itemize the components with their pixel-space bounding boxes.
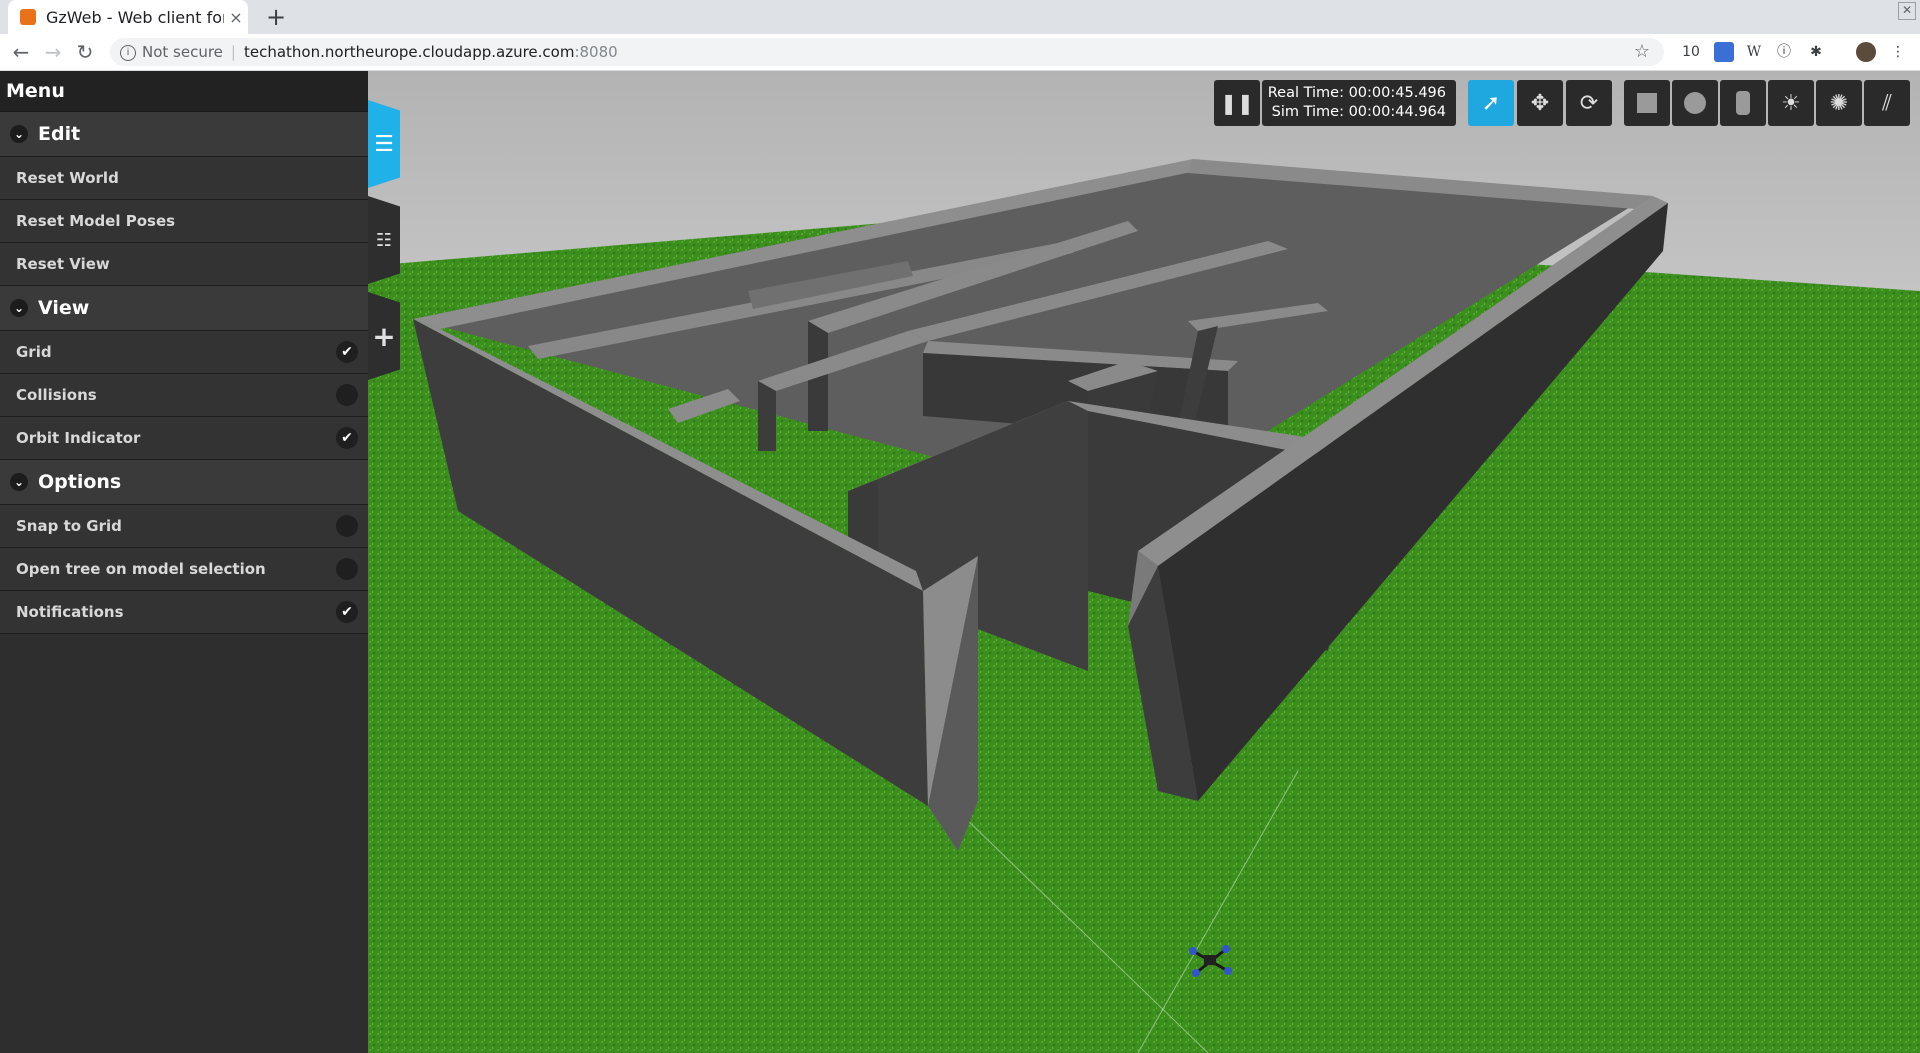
toggle-off-icon[interactable] [336, 515, 358, 537]
checkmark-icon[interactable]: ✔ [336, 341, 358, 363]
checkmark-icon[interactable]: ✔ [336, 427, 358, 449]
notifications-toggle-row[interactable]: Notifications ✔ [0, 591, 368, 634]
spot-light-icon: ✺ [1829, 90, 1849, 116]
select-mode-button[interactable]: ➚ [1468, 80, 1514, 126]
box-icon [1637, 93, 1657, 113]
point-light-icon: ☀ [1781, 90, 1801, 116]
item-label: Collisions [16, 386, 97, 404]
chevron-down-icon: ⌄ [10, 473, 28, 491]
insert-sphere-button[interactable] [1672, 80, 1718, 126]
insert-spot-light-button[interactable]: ✺ [1816, 80, 1862, 126]
section-edit-header[interactable]: ⌄ Edit [0, 112, 368, 157]
extension-w-icon[interactable]: W [1744, 42, 1764, 62]
extension-puzzle-icon[interactable]: ✱ [1806, 42, 1826, 62]
item-label: Grid [16, 343, 52, 361]
section-label: Options [38, 471, 122, 493]
item-label: Open tree on model selection [16, 560, 266, 578]
extension-info-icon[interactable]: ⓘ [1774, 42, 1794, 62]
section-label: Edit [38, 123, 81, 145]
back-icon[interactable]: ← [8, 39, 34, 65]
window-close-icon[interactable]: ✕ [1898, 2, 1916, 20]
profile-avatar[interactable] [1856, 42, 1876, 62]
cylinder-icon [1736, 91, 1750, 115]
snap-to-grid-toggle-row[interactable]: Snap to Grid [0, 505, 368, 548]
extension-counter[interactable]: 10 [1680, 42, 1702, 62]
pause-icon: ❚❚ [1220, 91, 1254, 115]
open-tree-toggle-row[interactable]: Open tree on model selection [0, 548, 368, 591]
item-label: Reset Model Poses [16, 212, 176, 230]
browser-menu-icon[interactable]: ⋮ [1888, 42, 1908, 62]
extension-translate-icon[interactable] [1714, 42, 1734, 62]
chevron-down-icon: ⌄ [10, 299, 28, 317]
item-label: Reset World [16, 169, 119, 187]
section-options-header[interactable]: ⌄ Options [0, 460, 368, 505]
url-port: :8080 [574, 43, 618, 61]
url-host: techathon.northeurope.cloudapp.azure.com [243, 43, 575, 61]
toggle-off-icon[interactable] [336, 384, 358, 406]
collisions-toggle-row[interactable]: Collisions [0, 374, 368, 417]
bookmark-star-icon[interactable]: ☆ [1634, 38, 1650, 66]
reload-icon[interactable]: ↻ [72, 39, 98, 65]
omnibox-separator: | [230, 43, 236, 61]
tab-title: GzWeb - Web client for [46, 7, 224, 27]
insert-point-light-button[interactable]: ☀ [1768, 80, 1814, 126]
sidebar-menu: Menu ⌄ Edit Reset World Reset Model Pose… [0, 71, 368, 1053]
reset-view-button[interactable]: Reset View [0, 243, 368, 286]
tree-view-icon[interactable]: ☷ [368, 196, 400, 284]
rotate-mode-button[interactable]: ⟳ [1566, 80, 1612, 126]
item-label: Reset View [16, 255, 110, 273]
browser-tab[interactable]: GzWeb - Web client for × [8, 0, 248, 34]
scene-canvas[interactable] [368, 71, 1920, 1053]
reset-world-button[interactable]: Reset World [0, 157, 368, 200]
reset-model-poses-button[interactable]: Reset Model Poses [0, 200, 368, 243]
info-icon[interactable]: i [120, 44, 136, 61]
item-label: Snap to Grid [16, 517, 122, 535]
select-mode-icon: ➚ [1481, 90, 1501, 116]
address-bar[interactable]: i Not secure | techathon.northeurope.clouda… [110, 38, 1664, 66]
rotate-mode-icon: ⟳ [1579, 90, 1599, 116]
time-display: Real Time: 00:00:45.496 Sim Time: 00:00:… [1262, 80, 1456, 126]
section-view-header[interactable]: ⌄ View [0, 286, 368, 331]
toggle-off-icon[interactable] [336, 558, 358, 580]
insert-cylinder-button[interactable] [1720, 80, 1766, 126]
grid-toggle-row[interactable]: Grid ✔ [0, 331, 368, 374]
menu-hamburger-icon[interactable]: ☰ [368, 100, 400, 188]
item-label: Notifications [16, 603, 124, 621]
maze-wall [758, 381, 776, 451]
new-tab-button[interactable]: + [262, 4, 290, 32]
item-label: Orbit Indicator [16, 429, 141, 447]
insert-box-button[interactable] [1624, 80, 1670, 126]
tab-close-icon[interactable]: × [224, 8, 248, 27]
sphere-icon [1684, 92, 1706, 114]
insert-directional-light-button[interactable]: ⫽ [1864, 80, 1910, 126]
section-label: View [38, 297, 90, 319]
orbit-indicator-toggle-row[interactable]: Orbit Indicator ✔ [0, 417, 368, 460]
side-tabs: ☰ ☷ + [368, 100, 400, 390]
pause-button[interactable]: ❚❚ [1214, 80, 1260, 126]
insert-plus-icon[interactable]: + [368, 292, 400, 380]
translate-mode-icon: ✥ [1530, 90, 1550, 116]
directional-light-icon: ⫽ [1882, 90, 1892, 116]
forward-icon[interactable]: → [40, 39, 66, 65]
checkmark-icon[interactable]: ✔ [336, 601, 358, 623]
chevron-down-icon: ⌄ [10, 125, 28, 143]
gazebo-favicon-icon [20, 9, 36, 25]
sim-time-label: Sim Time: 00:00:44.964 [1271, 104, 1446, 120]
security-label: Not secure [142, 43, 223, 61]
translate-mode-button[interactable]: ✥ [1517, 80, 1563, 126]
menu-title: Menu [0, 71, 368, 112]
real-time-label: Real Time: 00:00:45.496 [1267, 85, 1446, 101]
scene-viewport[interactable] [368, 71, 1920, 1053]
